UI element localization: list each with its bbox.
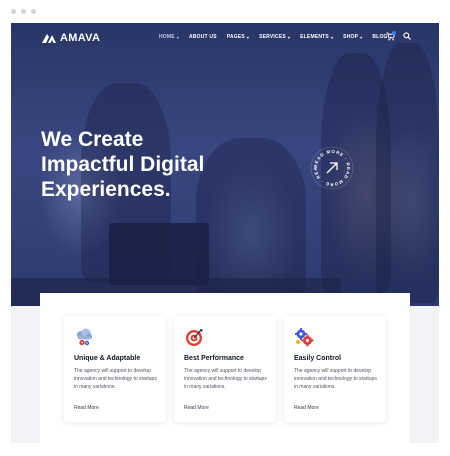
website-preview: AMAVA HOME ▾ ABOUT US PAGES ▾ SERVICES ▾ ELEMEN… <box>11 23 439 443</box>
cloud-gears-icon <box>77 328 92 346</box>
window-dot <box>31 9 36 14</box>
nav-item-about-us[interactable]: ABOUT US <box>189 34 217 40</box>
gears-icon <box>295 328 314 347</box>
read-more-badge[interactable]: READ MORE · READ MORE · READ MORE · <box>310 146 354 190</box>
features-panel: Unique & Adaptable The agency will suppo… <box>40 293 410 443</box>
feature-title: Best Performance <box>184 355 244 362</box>
hero-person <box>196 138 306 298</box>
chevron-down-icon: ▾ <box>246 34 250 40</box>
cart-count-badge <box>392 31 396 35</box>
badge-text: READ MORE · READ MORE · READ MORE · <box>310 146 350 187</box>
nav-item-label: ABOUT US <box>189 34 217 40</box>
hero-laptop <box>109 223 209 285</box>
headline-line: We Create <box>41 128 144 151</box>
read-more-link[interactable]: Read More <box>74 405 99 411</box>
nav-item-label: HOME <box>159 34 175 40</box>
feature-card: Best Performance The agency will support… <box>174 316 276 422</box>
nav-item-elements[interactable]: ELEMENTS ▾ <box>300 34 333 40</box>
brand-name: AMAVA <box>60 32 101 44</box>
feature-description: The agency will support to develop innov… <box>294 368 377 390</box>
read-more-link[interactable]: Read More <box>294 405 319 411</box>
feature-card: Easily Control The agency will support t… <box>284 316 386 422</box>
chevron-down-icon: ▾ <box>176 34 180 40</box>
headline-line: Experiences. <box>41 178 171 201</box>
chevron-down-icon: ▾ <box>330 34 334 40</box>
nav-item-shop[interactable]: SHOP ▾ <box>343 34 362 40</box>
feature-card: Unique & Adaptable The agency will suppo… <box>64 316 166 422</box>
nav-item-label: ELEMENTS <box>300 34 329 40</box>
nav-item-home[interactable]: HOME ▾ <box>159 34 179 40</box>
logo-icon <box>42 34 56 43</box>
headline-line: Impactful Digital <box>41 153 205 176</box>
svg-text:READ MORE · READ MORE · READ M: READ MORE · READ MORE · READ MORE · <box>310 146 351 187</box>
nav-item-label: SERVICES <box>259 34 286 40</box>
window-dots <box>11 9 36 14</box>
hero-person <box>376 43 439 303</box>
brand-logo[interactable]: AMAVA <box>41 32 100 44</box>
nav-item-pages[interactable]: PAGES ▾ <box>227 34 249 40</box>
feature-description: The agency will support to develop innov… <box>184 368 267 390</box>
feature-title: Easily Control <box>294 355 342 362</box>
search-icon[interactable] <box>403 32 411 40</box>
top-nav: AMAVA HOME ▾ ABOUT US PAGES ▾ SERVICES ▾ ELEMEN… <box>11 23 439 53</box>
chevron-down-icon: ▾ <box>360 34 363 40</box>
feature-description: The agency will support to develop innov… <box>74 368 157 390</box>
target-icon <box>186 329 203 346</box>
chevron-down-icon: ▾ <box>287 34 291 40</box>
hero-headline: We Create Impactful Digital Experiences. <box>41 127 204 202</box>
nav-item-services[interactable]: SERVICES ▾ <box>259 34 290 40</box>
nav-item-label: PAGES <box>226 34 245 40</box>
read-more-link[interactable]: Read More <box>184 405 209 411</box>
nav-item-label: SHOP <box>343 34 359 40</box>
window-dot <box>21 9 26 14</box>
arrow-icon <box>326 162 338 174</box>
main-menu: HOME ▾ ABOUT US PAGES ▾ SERVICES ▾ ELEMENTS ▾ SHO… <box>159 34 392 40</box>
hero-section: AMAVA HOME ▾ ABOUT US PAGES ▾ SERVICES ▾ ELEMEN… <box>11 23 439 306</box>
window-dot <box>11 9 16 14</box>
feature-title: Unique & Adaptable <box>74 355 141 362</box>
